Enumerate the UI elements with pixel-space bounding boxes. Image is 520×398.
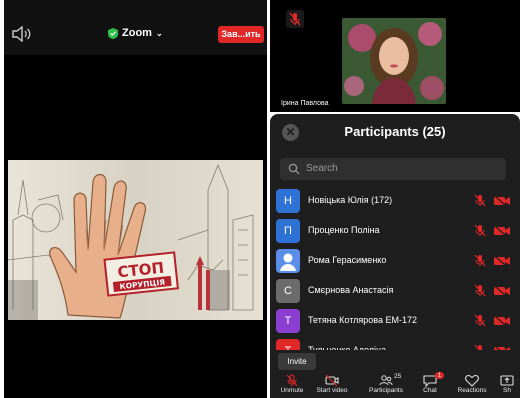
unmute-button[interactable]: Unmute [270, 372, 314, 398]
mic-off-icon[interactable] [474, 254, 486, 267]
participants-count-badge: 25 [394, 373, 402, 380]
search-input[interactable]: Search [280, 158, 506, 180]
chevron-down-icon: ⌄ [155, 28, 163, 38]
video-off-icon[interactable] [494, 286, 510, 296]
heart-icon [465, 374, 479, 387]
mic-off-icon[interactable] [474, 344, 486, 350]
participant-name: Рома Герасименко [308, 255, 387, 265]
participant-name: Тульченко Аделіна [308, 345, 387, 350]
participant-name: Тетяна Котлярова ЕМ-172 [308, 315, 417, 325]
close-icon[interactable]: ✕ [282, 124, 299, 141]
video-off-icon [325, 374, 339, 387]
mic-off-icon[interactable] [474, 194, 486, 207]
participant-list: Н Новіцька Юлія (172) П Проценко Поліна Рома… [270, 186, 520, 350]
speaker-icon[interactable] [11, 26, 31, 42]
video-off-icon[interactable] [494, 316, 510, 326]
video-off-icon[interactable] [494, 226, 510, 236]
participant-row[interactable]: С Смєрнова Анастасія [270, 276, 520, 305]
start-video-button[interactable]: Start video [310, 372, 354, 398]
mic-off-icon[interactable] [474, 224, 486, 237]
participant-avatar: Т [276, 309, 300, 333]
unmute-label: Unmute [280, 387, 304, 394]
chat-button[interactable]: 1 Chat [408, 372, 452, 398]
participant-avatar: Н [276, 189, 300, 213]
mic-off-icon [286, 374, 298, 387]
participant-row[interactable]: Н Новіцька Юлія (172) [270, 186, 520, 215]
share-label: Sh [503, 387, 511, 394]
video-area: Ірина Павлова [270, 0, 520, 112]
invite-button[interactable]: Invite [278, 353, 316, 370]
video-off-icon[interactable] [494, 346, 510, 350]
participant-avatar: П [276, 219, 300, 243]
video-off-icon[interactable] [494, 256, 510, 266]
participant-video[interactable] [342, 18, 446, 104]
video-off-icon[interactable] [494, 196, 510, 206]
search-placeholder: Search [306, 163, 338, 174]
shared-screen: СТОП КОРУПЦІЯ [8, 160, 263, 320]
meeting-toolbar: Unmute Start video 25 Participants 1 Cha… [270, 372, 520, 398]
participant-avatar: Т [276, 339, 300, 350]
participants-panel: Participants (25) ✕ Search Н Новіцька Юлі… [270, 114, 520, 398]
meeting-view: Zoom ⌄ Зав...ить СТОП КОРУПЦІЯ [4, 0, 267, 398]
user-avatar-icon [276, 249, 300, 273]
participants-label: Participants [369, 387, 403, 394]
leave-button[interactable]: Зав...ить [218, 26, 264, 43]
video-participant-name: Ірина Павлова [278, 99, 332, 108]
mic-off-icon [286, 10, 304, 28]
reactions-label: Reactions [457, 387, 487, 394]
share-button[interactable]: Sh [494, 372, 520, 398]
shield-icon [108, 27, 118, 39]
mic-off-icon[interactable] [474, 284, 486, 297]
meeting-top-bar: Zoom ⌄ Зав...ить [4, 0, 267, 55]
chat-label: Chat [423, 387, 437, 394]
reactions-button[interactable]: Reactions [450, 372, 494, 398]
search-icon [288, 163, 300, 175]
share-icon [500, 375, 514, 386]
start-video-label: Start video [316, 387, 348, 394]
participants-button[interactable]: 25 Participants [364, 372, 408, 398]
participant-avatar: С [276, 279, 300, 303]
meeting-title-label: Zoom [122, 27, 152, 39]
panel-title: Participants (25) [344, 124, 446, 139]
chat-badge: 1 [435, 372, 444, 379]
participant-name: Проценко Поліна [308, 225, 380, 235]
stop-corruption-image: СТОП КОРУПЦІЯ [8, 160, 263, 320]
participant-row[interactable]: Т Тульченко Аделіна [270, 336, 520, 350]
participant-name: Смєрнова Анастасія [308, 285, 394, 295]
participant-row[interactable]: Рома Герасименко [270, 246, 520, 275]
participant-row[interactable]: П Проценко Поліна [270, 216, 520, 245]
participant-name: Новіцька Юлія (172) [308, 195, 393, 205]
meeting-title[interactable]: Zoom ⌄ [108, 27, 163, 39]
participant-row[interactable]: Т Тетяна Котлярова ЕМ-172 [270, 306, 520, 335]
mic-off-icon[interactable] [474, 314, 486, 327]
participants-view: Ірина Павлова Participants (25) ✕ Search… [270, 0, 520, 398]
participants-icon [379, 375, 393, 386]
